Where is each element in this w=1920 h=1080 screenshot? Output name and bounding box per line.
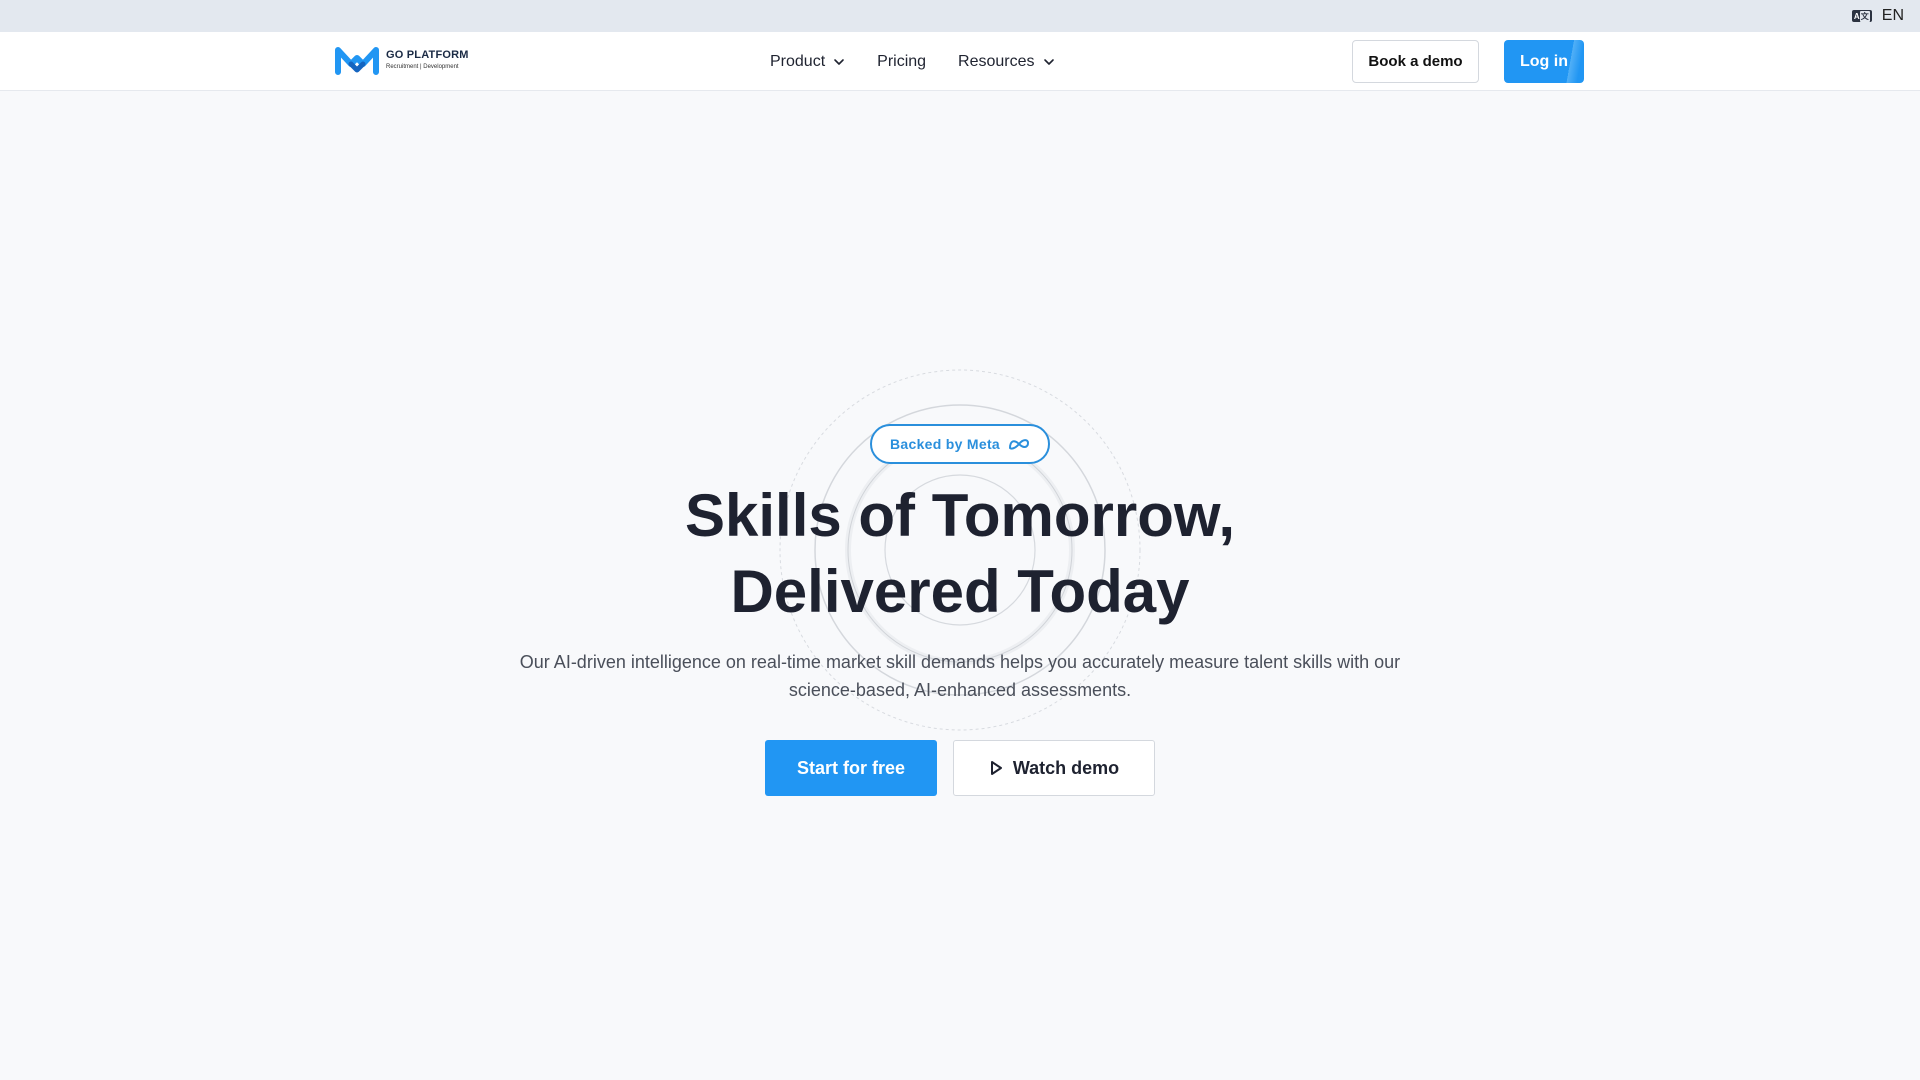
badge-label: Backed by Meta bbox=[889, 436, 1001, 452]
backed-by-meta-badge: Backed by Meta bbox=[870, 424, 1050, 464]
nav-item-pricing[interactable]: Pricing bbox=[877, 53, 926, 71]
book-demo-button[interactable]: Book a demo bbox=[1352, 40, 1479, 83]
nav-item-label: Pricing bbox=[877, 52, 927, 70]
watch-demo-button[interactable]: Watch demo bbox=[953, 740, 1155, 796]
nav-item-resources[interactable]: Resources bbox=[958, 53, 1054, 71]
language-switcher[interactable]: A文 EN bbox=[1851, 7, 1904, 25]
logo-mark-icon bbox=[335, 47, 379, 75]
hero-subtitle: Our AI-driven intelligence on real-time … bbox=[500, 648, 1420, 704]
language-label: EN bbox=[1881, 7, 1904, 24]
start-for-free-button[interactable]: Start for free bbox=[765, 740, 937, 796]
login-button[interactable]: Log in bbox=[1504, 40, 1584, 83]
chevron-down-icon bbox=[834, 58, 844, 65]
hero-subtitle-line-2: science-based, AI-enhanced assessments. bbox=[788, 680, 1132, 700]
hero-title: Skills of Tomorrow, Delivered Today bbox=[560, 478, 1360, 630]
watch-demo-label: Watch demo bbox=[1012, 757, 1120, 778]
hero-title-line-2: Delivered Today bbox=[730, 558, 1190, 625]
hero-subtitle-line-1: Our AI-driven intelligence on real-time … bbox=[519, 652, 1401, 672]
nav-item-product[interactable]: Product bbox=[770, 53, 845, 71]
chevron-down-icon bbox=[1043, 58, 1054, 65]
logo[interactable]: GO PLATFORM Recruitment | Development bbox=[334, 44, 469, 76]
hero-title-line-1: Skills of Tomorrow, bbox=[684, 482, 1236, 549]
logo-subtitle: Recruitment | Development bbox=[386, 64, 459, 70]
play-icon bbox=[990, 761, 1002, 775]
utility-bar: A文 EN bbox=[0, 0, 1920, 32]
translate-icon: A文 bbox=[1851, 10, 1872, 22]
nav-links: Product Pricing Resources bbox=[770, 32, 1055, 91]
nav-item-label: Resources bbox=[958, 52, 1035, 70]
main-navigation: GO PLATFORM Recruitment | Development Pr… bbox=[0, 32, 1920, 91]
nav-item-label: Product bbox=[770, 52, 826, 70]
logo-title: GO PLATFORM bbox=[386, 49, 469, 61]
meta-logo-icon bbox=[1009, 439, 1030, 450]
